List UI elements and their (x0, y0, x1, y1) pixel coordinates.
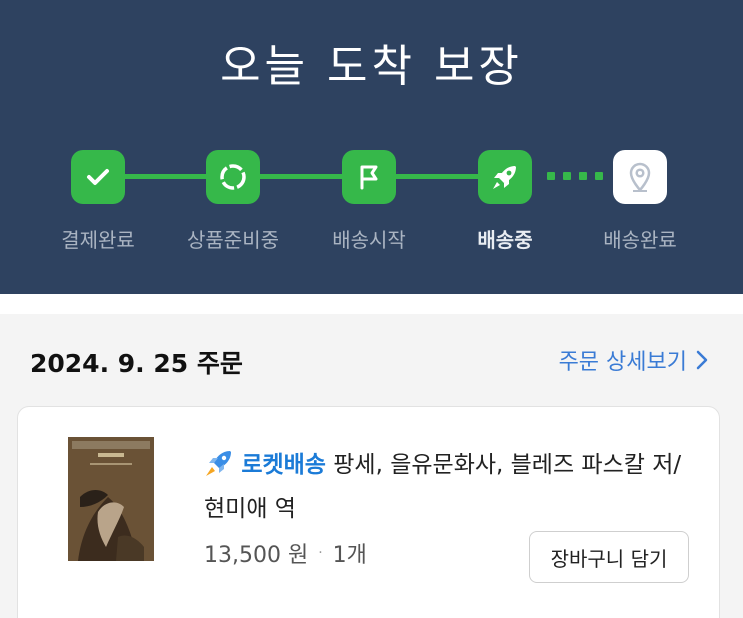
step-delivered (613, 150, 667, 204)
progress-dotted-line (547, 172, 607, 180)
page-title: 오늘 도착 보장 (220, 41, 523, 92)
flag-icon (360, 165, 378, 190)
section-gap (0, 294, 743, 314)
circle-dashed-icon (220, 164, 246, 190)
step-in-transit (478, 150, 532, 204)
price-separator: · (318, 545, 323, 561)
chevron-right-icon (696, 350, 708, 370)
order-detail-link[interactable]: 주문 상세보기 (559, 344, 709, 376)
product-title[interactable]: 로켓배송 팡세, 을유문화사, 블레즈 파스칼 저/현미애 역 (204, 443, 684, 531)
product-card: 로켓배송 팡세, 을유문화사, 블레즈 파스칼 저/현미애 역 13,500 원… (17, 406, 720, 618)
product-quantity: 1개 (332, 543, 367, 568)
check-icon (87, 169, 109, 185)
step-payment-complete (71, 150, 125, 204)
rocket-delivery-icon (206, 451, 231, 476)
step-shipping-started (342, 150, 396, 204)
step-label-payment-complete: 결제완료 (61, 228, 135, 252)
step-label-preparing: 상품준비중 (187, 228, 279, 252)
product-price: 13,500 원 (204, 543, 309, 568)
step-label-shipping-started: 배송시작 (332, 228, 406, 252)
rocket-icon (493, 166, 516, 189)
step-label-delivered: 배송완료 (603, 228, 677, 252)
rocket-delivery-label: 로켓배송 (241, 452, 326, 478)
order-date: 2024. 9. 25 주문 (30, 349, 243, 378)
location-pin-icon (629, 162, 651, 192)
step-label-in-transit: 배송중 (477, 228, 533, 252)
add-to-cart-button[interactable]: 장바구니 담기 (529, 531, 689, 583)
progress-line (110, 174, 510, 179)
order-section: 2024. 9. 25 주문 주문 상세보기 로켓배송 팡세, 을유문화사, 블… (0, 314, 743, 618)
order-detail-label: 주문 상세보기 (558, 350, 687, 375)
price-row: 13,500 원 · 1개 (204, 537, 367, 569)
step-preparing (206, 150, 260, 204)
book-cover-image[interactable] (68, 437, 154, 561)
delivery-status-header: 오늘 도착 보장 결제완료 상품준비중 배송시작 배송중 배송완료 (0, 0, 743, 294)
